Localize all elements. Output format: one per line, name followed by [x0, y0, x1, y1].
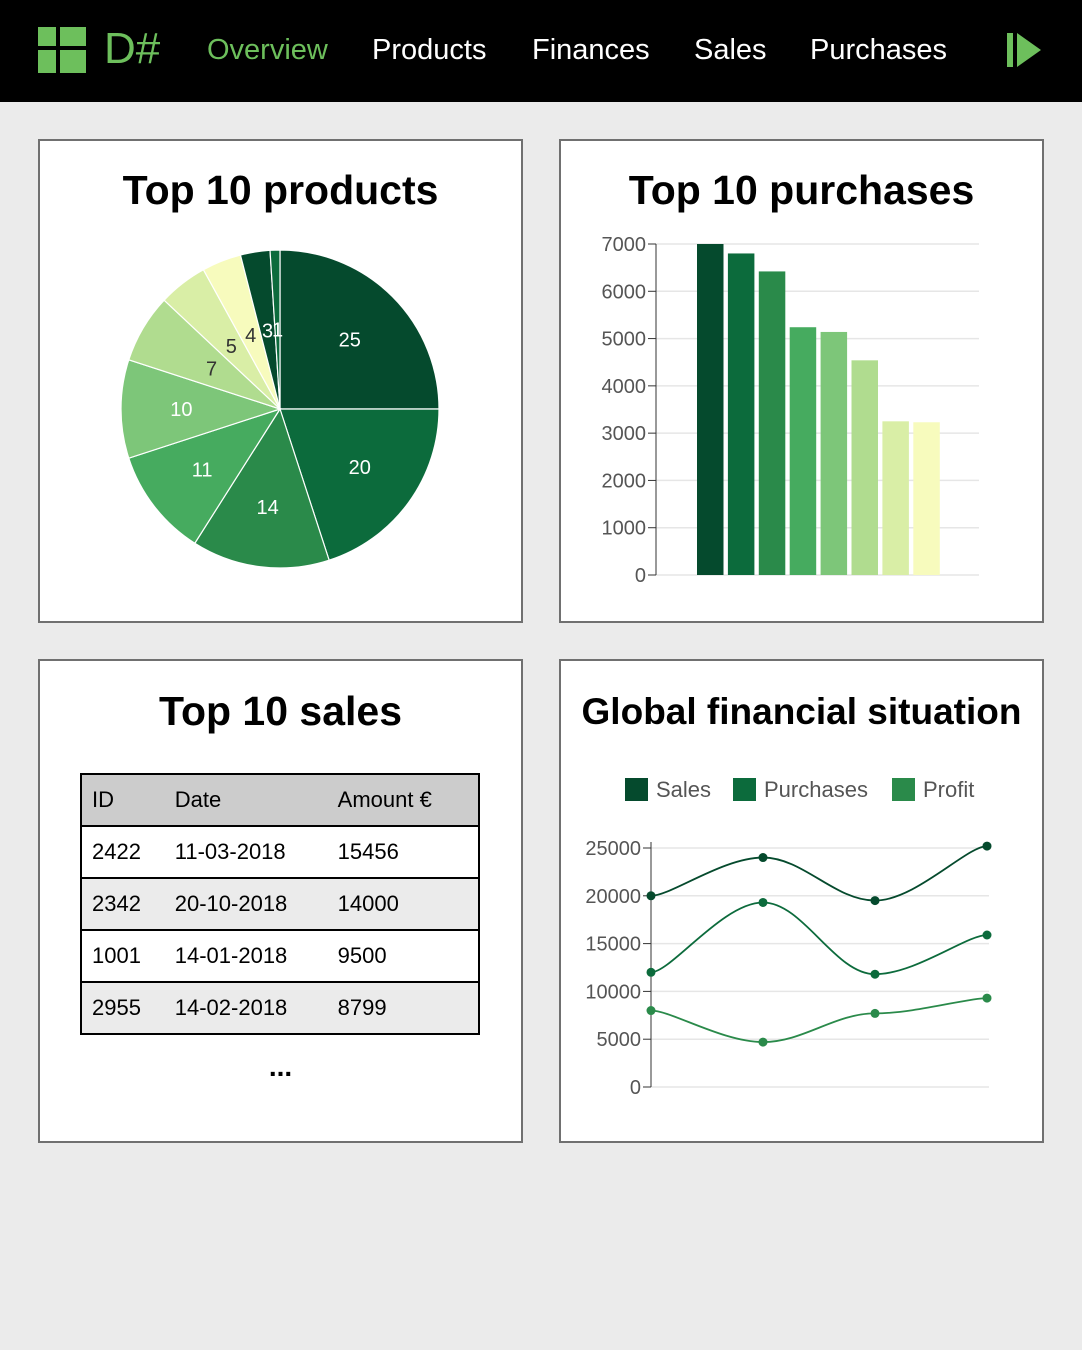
data-point: [758, 853, 768, 863]
y-tick-label: 0: [630, 1077, 641, 1099]
cell-amount: 15456: [327, 825, 481, 879]
legend-swatch: [625, 778, 648, 801]
table-row[interactable]: 2422 11-03-2018 15456: [80, 825, 481, 879]
pie-slice-label: 10: [170, 399, 192, 421]
purchases-bar-chart: 0 1000 2000 3000 4000 5000 6000 7000: [602, 234, 979, 587]
bar: [913, 422, 940, 575]
nav-sales[interactable]: Sales: [694, 33, 767, 67]
cell-amount: 8799: [327, 981, 481, 1035]
logo-grid-icon: [38, 27, 86, 73]
nav-purchases[interactable]: Purchases: [810, 33, 947, 67]
table-row[interactable]: 1001 14-01-2018 9500: [80, 929, 481, 983]
top-navigation-bar: D# Overview Products Finances Sales Purc…: [0, 0, 1082, 102]
data-point: [870, 969, 880, 979]
y-tick-label: 25000: [585, 838, 641, 860]
bar: [851, 360, 878, 575]
products-pie-chart: 2520141110754 31: [120, 249, 440, 569]
table-header-row: ID Date Amount €: [80, 773, 481, 827]
nav-finances[interactable]: Finances: [532, 33, 650, 67]
pie-slice-label: 25: [339, 329, 361, 351]
sales-table: ID Date Amount € 2422 11-03-2018 15456 2…: [80, 773, 481, 1035]
data-point: [758, 897, 768, 907]
data-point: [982, 993, 992, 1003]
y-tick-label: 5000: [602, 329, 647, 351]
financial-line-chart: Sales Purchases Profit 0 5000 10000 15000 20000…: [585, 777, 992, 1099]
y-tick-label: 4000: [602, 376, 647, 398]
cell-date: 11-03-2018: [164, 825, 328, 879]
cell-id: 2955: [80, 981, 165, 1035]
y-tick-label: 15000: [585, 934, 641, 956]
cell-date: 14-01-2018: [164, 929, 328, 983]
data-point: [646, 1006, 656, 1016]
legend-label: Purchases: [764, 777, 868, 802]
y-tick-label: 7000: [602, 234, 647, 256]
y-tick-label: 6000: [602, 281, 647, 303]
legend-label: Profit: [923, 777, 974, 802]
top-sales-panel: Top 10 sales ID Date Amount € 2422 11-03…: [38, 659, 523, 1143]
more-rows-ellipsis[interactable]: ...: [40, 1051, 521, 1083]
y-tick-label: 1000: [602, 518, 647, 540]
data-point: [646, 967, 656, 977]
logo-text: D#: [104, 24, 161, 73]
bar: [758, 271, 786, 575]
financial-situation-panel: Global financial situation Sales Purchase…: [559, 659, 1044, 1143]
series-line: [650, 901, 988, 976]
bar: [789, 327, 817, 575]
y-tick-label: 10000: [585, 981, 641, 1003]
data-point: [982, 841, 992, 851]
series-line: [650, 997, 988, 1043]
pie-slice-label: 14: [257, 497, 279, 519]
pie-slice-label: 1: [272, 320, 283, 342]
logout-play-icon[interactable]: [1006, 32, 1042, 68]
cell-amount: 14000: [327, 877, 481, 931]
cell-date: 14-02-2018: [164, 981, 328, 1035]
nav-products[interactable]: Products: [372, 33, 486, 67]
series-line: [650, 845, 988, 902]
pie-slice-label: 7: [206, 359, 217, 381]
table-row[interactable]: 2955 14-02-2018 8799: [80, 981, 481, 1035]
pie-slice-label: 5: [226, 336, 237, 358]
y-tick-label: 0: [635, 565, 646, 587]
data-point: [758, 1037, 768, 1047]
pie-slice-label: 11: [192, 459, 213, 481]
top-products-panel: Top 10 products 25 20 14 11 10 7 5 4 3 1: [38, 139, 523, 623]
bar: [820, 331, 848, 575]
y-tick-label: 3000: [602, 423, 647, 445]
legend-swatch: [733, 778, 756, 801]
bar: [882, 421, 909, 575]
y-tick-label: 2000: [602, 470, 647, 492]
data-point: [870, 896, 880, 906]
legend-swatch: [892, 778, 915, 801]
panel-title: Top 10 sales: [158, 688, 403, 734]
cell-amount: 9500: [327, 929, 481, 983]
top-purchases-panel: Top 10 purchases 0 1000 2000 3000 4000 5000 60…: [559, 139, 1044, 623]
cell-id: 2422: [80, 825, 165, 879]
column-header-id[interactable]: ID: [80, 773, 165, 827]
y-tick-label: 20000: [585, 886, 641, 908]
data-point: [982, 930, 992, 940]
column-header-date[interactable]: Date: [164, 773, 328, 827]
data-point: [646, 891, 656, 901]
column-header-amount[interactable]: Amount €: [327, 773, 481, 827]
legend-label: Sales: [656, 777, 711, 802]
cell-id: 1001: [80, 929, 165, 983]
cell-id: 2342: [80, 877, 165, 931]
y-tick-label: 5000: [597, 1029, 642, 1051]
data-point: [870, 1008, 880, 1018]
pie-slice-label: 4: [245, 325, 256, 347]
bar: [697, 244, 724, 575]
table-row[interactable]: 2342 20-10-2018 14000: [80, 877, 481, 931]
nav-overview[interactable]: Overview: [207, 33, 328, 67]
bar: [727, 253, 755, 575]
cell-date: 20-10-2018: [164, 877, 328, 931]
pie-slice-label: 20: [349, 457, 371, 479]
